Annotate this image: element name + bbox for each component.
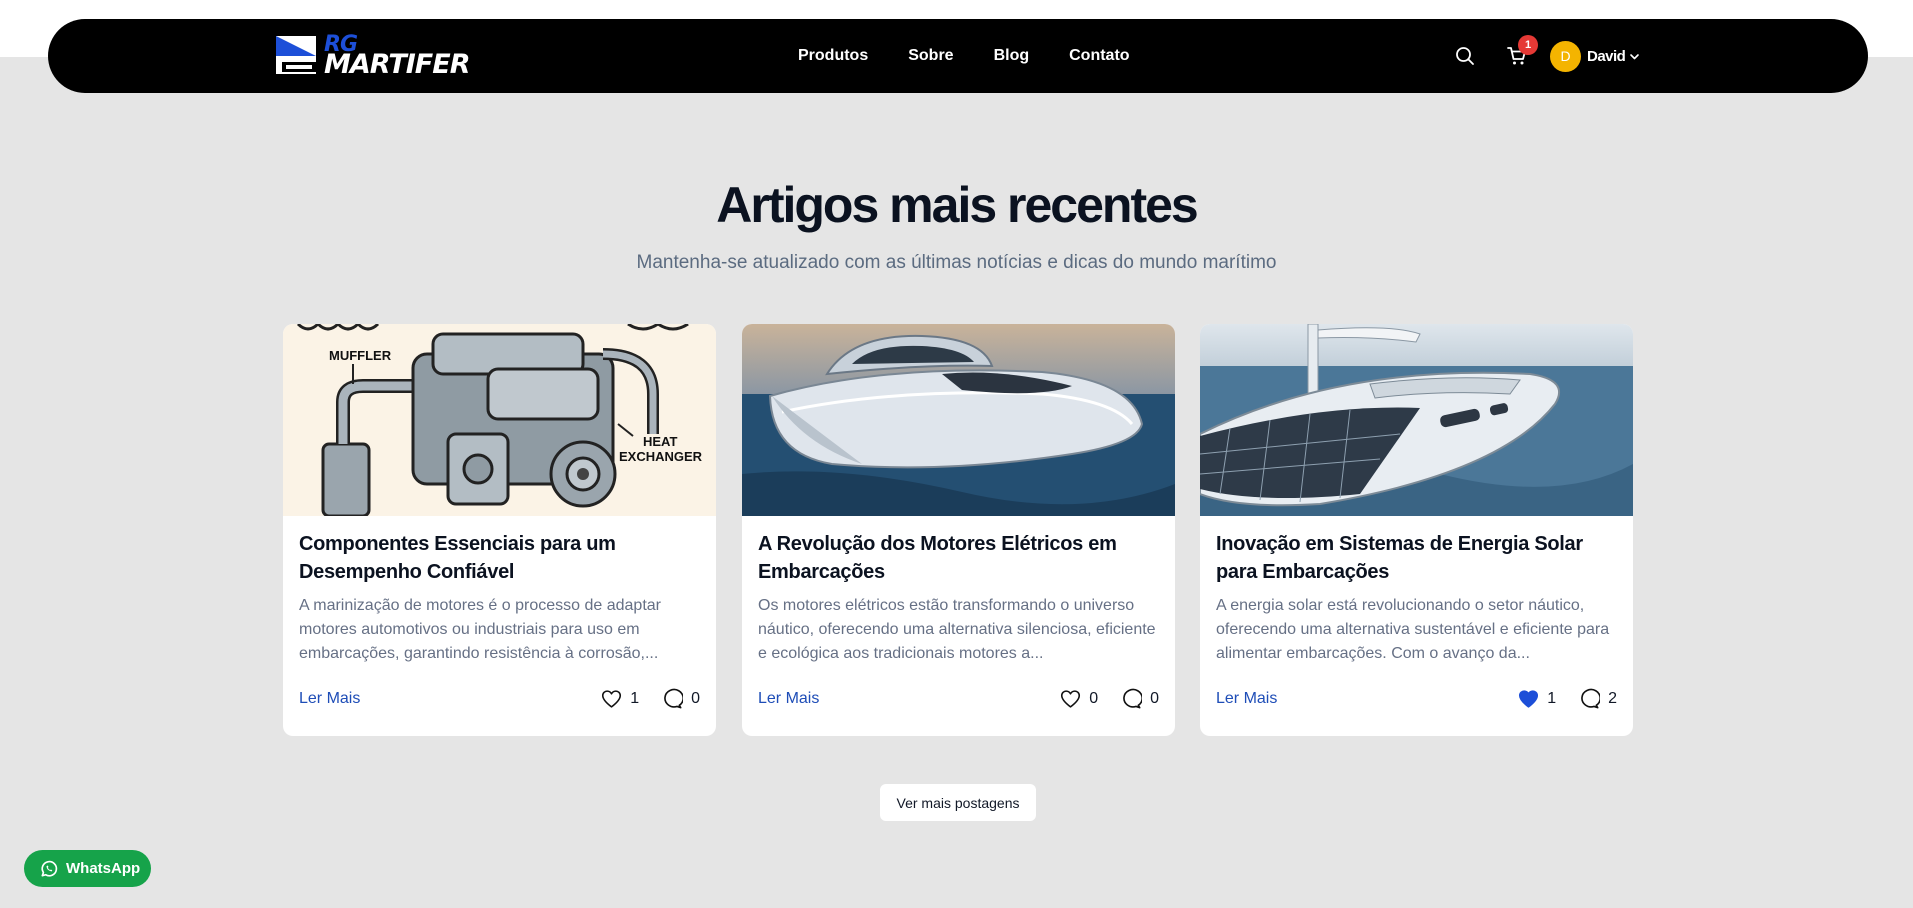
comment-icon xyxy=(1123,688,1143,709)
blog-card: A Revolução dos Motores Elétricos em Emb… xyxy=(742,324,1175,736)
image-label-exchanger: EXCHANGER xyxy=(619,449,703,464)
cart-count-badge: 1 xyxy=(1518,35,1538,55)
logo-text-bottom: MARTIFER xyxy=(324,49,470,80)
read-more-link[interactable]: Ler Mais xyxy=(1216,690,1277,708)
whatsapp-button[interactable]: WhatsApp xyxy=(24,850,151,887)
card-stats: 1 0 xyxy=(579,688,700,709)
heart-icon xyxy=(1061,689,1081,708)
like-button[interactable]: 1 xyxy=(1518,689,1556,709)
card-title[interactable]: A Revolução dos Motores Elétricos em Emb… xyxy=(758,530,1158,586)
comment-button[interactable]: 2 xyxy=(1578,688,1617,709)
card-stats: 1 2 xyxy=(1496,688,1617,709)
card-excerpt: A energia solar está revolucionando o se… xyxy=(1216,597,1610,662)
section-title: Artigos mais recentes xyxy=(716,177,1198,233)
see-more-posts-button[interactable]: Ver mais postagens xyxy=(880,784,1036,821)
avatar: D xyxy=(1550,40,1581,72)
comment-count: 2 xyxy=(1608,689,1617,707)
nav-link-blog[interactable]: Blog xyxy=(994,47,1030,65)
navbar: RG MARTIFER Produtos Sobre Blog Contato … xyxy=(48,19,1868,93)
read-more-link[interactable]: Ler Mais xyxy=(758,690,819,708)
chevron-down-icon xyxy=(1629,51,1640,62)
blog-card: MUFFLER HEAT EXCHANGER Componentes Essen… xyxy=(283,324,716,736)
heart-icon xyxy=(602,689,622,708)
search-button[interactable] xyxy=(1452,43,1478,69)
section-subtitle: Mantenha-se atualizado com as últimas no… xyxy=(636,252,1277,273)
card-image-solar-boat[interactable] xyxy=(1200,324,1633,516)
comment-icon xyxy=(664,688,684,709)
nav-link-sobre[interactable]: Sobre xyxy=(908,47,953,65)
image-label-heat: HEAT xyxy=(643,434,677,449)
nav-link-produtos[interactable]: Produtos xyxy=(798,47,868,65)
like-count: 1 xyxy=(630,689,640,707)
logo[interactable]: RG MARTIFER xyxy=(274,32,506,80)
comment-count: 0 xyxy=(1150,689,1159,707)
nav-link-contato[interactable]: Contato xyxy=(1069,47,1129,65)
comment-icon xyxy=(1581,688,1601,709)
logo-mark-icon xyxy=(276,36,316,74)
like-count: 1 xyxy=(1547,689,1557,707)
comment-button[interactable]: 0 xyxy=(661,688,700,709)
whatsapp-label: WhatsApp xyxy=(66,860,141,877)
card-image-electric-boat[interactable] xyxy=(742,324,1175,516)
read-more-link[interactable]: Ler Mais xyxy=(299,690,360,708)
blog-card: Inovação em Sistemas de Energia Solar pa… xyxy=(1200,324,1633,736)
like-count: 0 xyxy=(1089,689,1099,707)
user-menu[interactable]: D David xyxy=(1550,40,1640,72)
search-icon xyxy=(1456,47,1474,65)
main-nav: Produtos Sobre Blog Contato xyxy=(798,19,1170,93)
comment-button[interactable]: 0 xyxy=(1120,688,1159,709)
card-stats: 0 0 xyxy=(1038,688,1159,709)
comment-count: 0 xyxy=(691,689,700,707)
image-label-muffler: MUFFLER xyxy=(329,348,392,363)
card-excerpt: A marinização de motores é o processo de… xyxy=(299,597,661,662)
card-excerpt: Os motores elétricos estão transformando… xyxy=(758,597,1156,662)
card-title[interactable]: Inovação em Sistemas de Energia Solar pa… xyxy=(1216,530,1616,586)
user-name: David xyxy=(1587,47,1626,65)
heart-filled-icon xyxy=(1519,689,1539,708)
whatsapp-icon xyxy=(41,860,58,877)
card-image-engine[interactable]: MUFFLER HEAT EXCHANGER xyxy=(283,324,716,518)
like-button[interactable]: 1 xyxy=(601,689,639,709)
like-button[interactable]: 0 xyxy=(1060,689,1098,709)
card-title[interactable]: Componentes Essenciais para um Desempenh… xyxy=(299,530,699,586)
